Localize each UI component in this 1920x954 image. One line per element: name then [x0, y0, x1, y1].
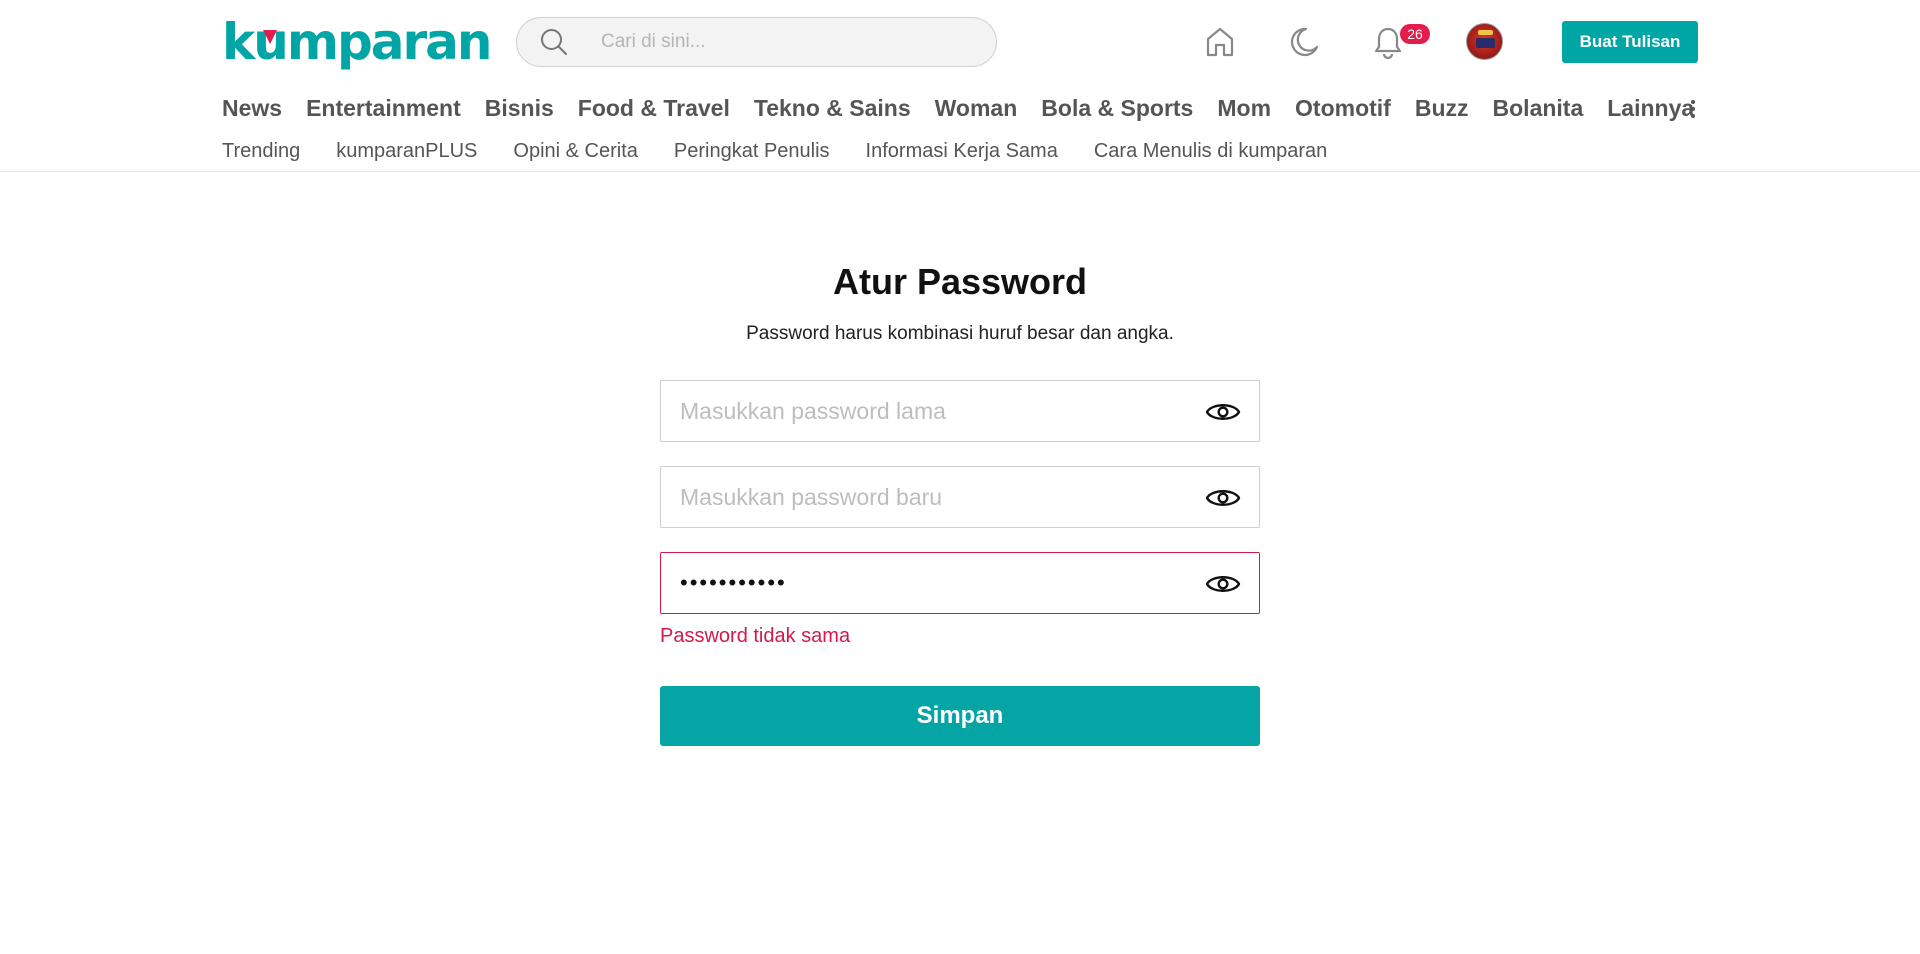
home-icon[interactable]: [1200, 20, 1240, 64]
new-password-input[interactable]: [661, 467, 1181, 527]
logo-text: kumparan: [222, 12, 493, 72]
dot: [1691, 107, 1695, 111]
nav-item-food-travel[interactable]: Food & Travel: [578, 95, 730, 122]
nav-item-lainnya[interactable]: Lainnya: [1607, 95, 1694, 122]
kumparan-logo[interactable]: kumparan: [222, 12, 493, 72]
eye-icon[interactable]: [1205, 395, 1241, 429]
subnav-item-cara-menulis[interactable]: Cara Menulis di kumparan: [1094, 140, 1327, 163]
nav-item-otomotif[interactable]: Otomotif: [1295, 95, 1391, 122]
subnav-item-trending[interactable]: Trending: [222, 140, 300, 163]
confirm-password-value[interactable]: •••••••••••: [661, 570, 787, 596]
moon-icon[interactable]: [1284, 20, 1324, 64]
notification-badge: 26: [1400, 24, 1430, 44]
nav-item-bola-sports[interactable]: Bola & Sports: [1041, 95, 1193, 122]
subnav-item-informasi-kerja-sama[interactable]: Informasi Kerja Sama: [866, 140, 1058, 163]
set-password-form: Atur Password Password harus kombinasi h…: [660, 254, 1260, 746]
new-password-field: [660, 466, 1260, 528]
subnav-item-peringkat-penulis[interactable]: Peringkat Penulis: [674, 140, 830, 163]
old-password-field: [660, 380, 1260, 442]
eye-icon[interactable]: [1205, 481, 1241, 515]
old-password-input[interactable]: [661, 381, 1181, 441]
nav-item-bolanita[interactable]: Bolanita: [1493, 95, 1584, 122]
nav-item-mom[interactable]: Mom: [1217, 95, 1271, 122]
main-nav: News Entertainment Bisnis Food & Travel …: [222, 88, 1718, 128]
subnav-item-kumparanplus[interactable]: kumparanPLUS: [336, 140, 477, 163]
logo-k: k: [222, 13, 255, 71]
dot: [1691, 100, 1695, 104]
write-post-button[interactable]: Buat Tulisan: [1562, 21, 1698, 63]
more-vertical-icon[interactable]: [1683, 96, 1703, 122]
site-header: kumparan 26 Buat Tulisan News Entertainm…: [0, 0, 1920, 172]
error-message: Password tidak sama: [660, 625, 851, 647]
nav-item-woman[interactable]: Woman: [935, 95, 1018, 122]
search-bar[interactable]: [516, 17, 997, 67]
nav-item-entertainment[interactable]: Entertainment: [306, 95, 461, 122]
page-title: Atur Password: [832, 261, 1088, 302]
subnav-item-opini-cerita[interactable]: Opini & Cerita: [513, 140, 638, 163]
save-button[interactable]: Simpan: [660, 686, 1260, 746]
sub-nav: Trending kumparanPLUS Opini & Cerita Per…: [222, 138, 1363, 164]
confirm-password-field[interactable]: •••••••••••: [660, 552, 1260, 614]
eye-icon[interactable]: [1205, 567, 1241, 601]
dot: [1691, 114, 1695, 118]
logo-rest: mparan: [286, 13, 493, 71]
nav-item-bisnis[interactable]: Bisnis: [485, 95, 554, 122]
form-subtitle: Password harus kombinasi huruf besar dan…: [746, 323, 1174, 344]
logo-u: u: [253, 13, 289, 71]
search-input[interactable]: [601, 31, 981, 53]
nav-item-tekno-sains[interactable]: Tekno & Sains: [754, 95, 911, 122]
nav-item-news[interactable]: News: [222, 95, 282, 122]
search-icon[interactable]: [537, 25, 571, 59]
nav-item-buzz[interactable]: Buzz: [1415, 95, 1469, 122]
avatar[interactable]: [1466, 23, 1503, 60]
